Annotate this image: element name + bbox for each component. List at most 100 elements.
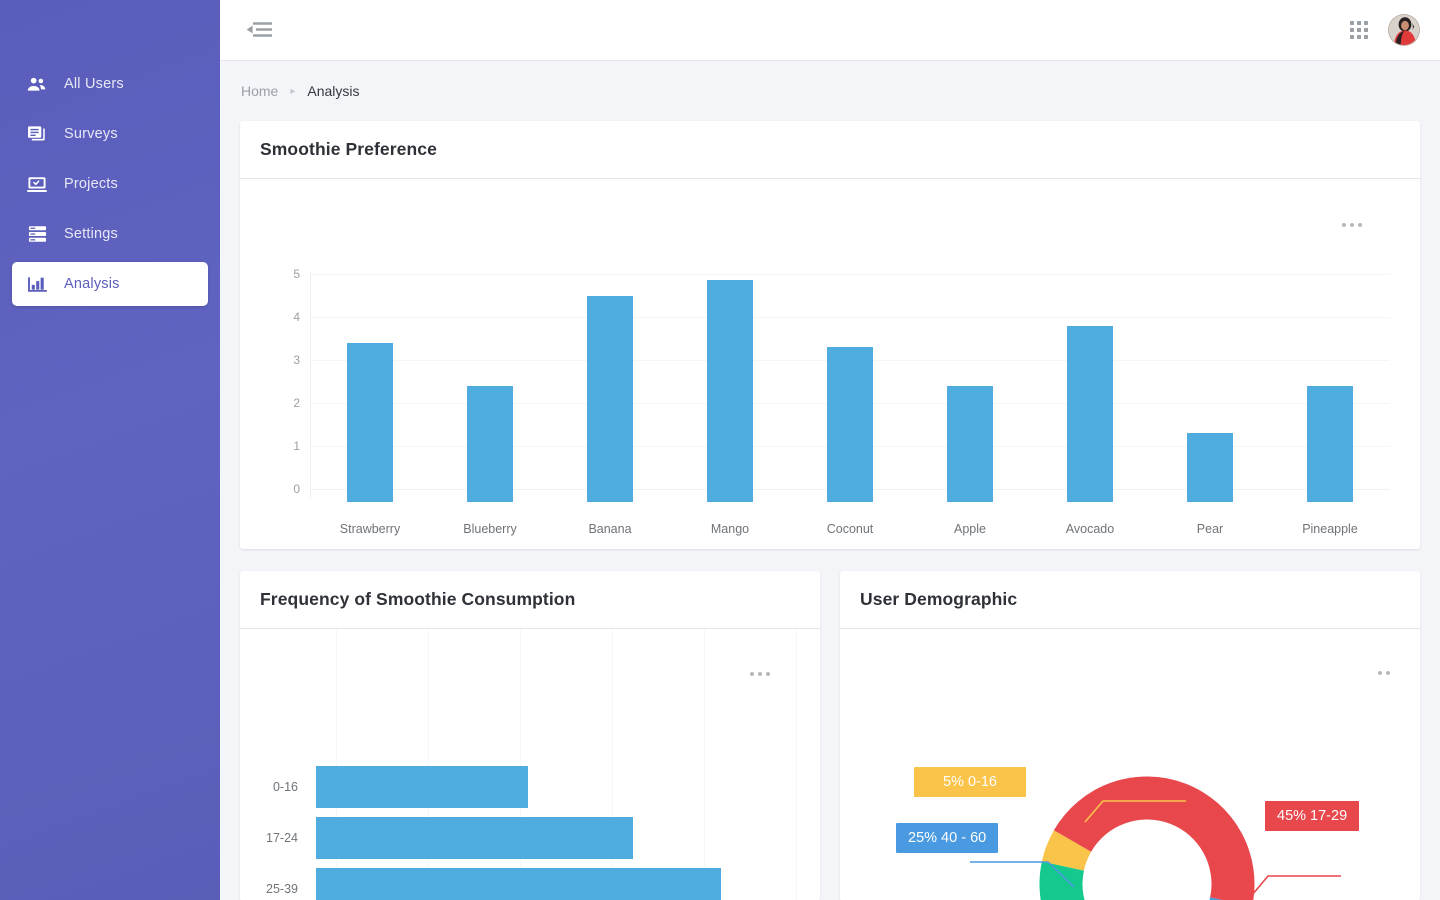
gridline	[520, 629, 521, 900]
sidebar-item-label: Projects	[64, 176, 118, 192]
charts-row: Frequency of Smoothie Consumption 0-16 17…	[240, 571, 1420, 900]
card-title: Frequency of Smoothie Consumption	[260, 589, 575, 610]
x-axis-tick-label: Banana	[550, 522, 670, 536]
x-axis-tick-label: Mango	[670, 522, 790, 536]
x-axis-tick-label: Strawberry	[310, 522, 430, 536]
gridline	[704, 629, 705, 900]
bar-column: Strawberry	[310, 179, 430, 549]
y-axis-tick-label: 4	[293, 310, 300, 324]
bar-row: 17-24	[240, 817, 820, 859]
sidebar-item-analysis[interactable]: Analysis	[12, 262, 208, 306]
gridline	[612, 629, 613, 900]
x-axis-tick-label: Pineapple	[1270, 522, 1390, 536]
y-axis-tick-label: 2	[293, 396, 300, 410]
projects-icon	[26, 173, 48, 195]
horizontal-bar-chart: 0-1617-2425-3940-60	[240, 629, 820, 900]
y-axis-tick-label: 0	[293, 482, 300, 496]
bar-column: Avocado	[1030, 179, 1150, 549]
bar-column: Banana	[550, 179, 670, 549]
user-avatar[interactable]	[1388, 14, 1420, 46]
y-axis-labels: 5 4 3 2 1 0	[258, 179, 300, 549]
chart-demographic: 5% 0-1645% 17-2925% 40 - 6025% 30-395% 0…	[840, 629, 1420, 900]
card-header: Smoothie Preference	[240, 121, 1420, 179]
bar[interactable]	[1067, 326, 1113, 502]
bar-column: Pineapple	[1270, 179, 1390, 549]
gridline	[428, 629, 429, 900]
bar-row: 0-16	[240, 766, 820, 808]
bar[interactable]	[316, 868, 721, 900]
sidebar-item-surveys[interactable]: Surveys	[12, 112, 208, 156]
x-axis-tick-label: Pear	[1150, 522, 1270, 536]
donut-callout-label: 5% 0-16	[914, 767, 1026, 797]
donut-callout-label: 45% 17-29	[1265, 801, 1359, 831]
card-demographic: User Demographic 5% 0-16 45% 17-29 25% 40 …	[840, 571, 1420, 900]
vertical-bar-chart: 5 4 3 2 1 0 StrawberryBlueberryBananaMangoCoc…	[240, 179, 1420, 549]
bar[interactable]	[347, 343, 393, 502]
bar[interactable]	[316, 766, 528, 808]
chart-smoothie-preference: 5 4 3 2 1 0 StrawberryBlueberryBananaMangoCoc…	[240, 179, 1420, 549]
bars-container: StrawberryBlueberryBananaMangoCoconutApp…	[310, 179, 1390, 549]
breadcrumb-current: Analysis	[307, 83, 359, 99]
sidebar-item-label: Settings	[64, 226, 118, 242]
chart-frequency: 0-1617-2425-3940-60	[240, 629, 820, 900]
page-content: Home ▸ Analysis Smoothie Preference 5 4 3 2…	[220, 61, 1440, 900]
sidebar: All Users Surveys Projects Settings Anal	[0, 0, 220, 900]
sidebar-item-settings[interactable]: Settings	[12, 212, 208, 256]
breadcrumb-home[interactable]: Home	[241, 83, 278, 99]
bar[interactable]	[827, 347, 873, 502]
card-header: Frequency of Smoothie Consumption	[240, 571, 820, 629]
plot-area: StrawberryBlueberryBananaMangoCoconutApp…	[310, 179, 1390, 549]
donut-chart: 5% 0-1645% 17-2925% 40 - 6025% 30-395% 0…	[840, 629, 1420, 900]
sidebar-item-all-users[interactable]: All Users	[12, 62, 208, 106]
y-axis-tick-label: 3	[293, 353, 300, 367]
bar[interactable]	[467, 386, 513, 502]
x-axis-tick-label: Coconut	[790, 522, 910, 536]
y-axis-tick-label: 25-39	[240, 882, 316, 896]
settings-icon	[26, 223, 48, 245]
analysis-icon	[26, 273, 48, 295]
donut-segment[interactable]: 45% 17-29	[1054, 776, 1255, 900]
bar-column: Blueberry	[430, 179, 550, 549]
gridline	[336, 629, 337, 900]
bar[interactable]	[1307, 386, 1353, 502]
donut-svg: 5% 0-1645% 17-2925% 40 - 6025% 30-39	[840, 629, 1420, 900]
page-title: Smoothie Preference	[260, 139, 437, 160]
bar-column: Coconut	[790, 179, 910, 549]
bar-column: Apple	[910, 179, 1030, 549]
card-smoothie-preference: Smoothie Preference 5 4 3 2 1 0 StrawberryBlu…	[240, 121, 1420, 549]
bar[interactable]	[1187, 433, 1233, 502]
bar[interactable]	[587, 296, 633, 503]
x-axis-tick-label: Avocado	[1030, 522, 1150, 536]
y-axis-tick-label: 17-24	[240, 831, 316, 845]
y-axis-tick-label: 5	[293, 267, 300, 281]
sidebar-item-label: Surveys	[64, 126, 118, 142]
donut-callout-label: 25% 40 - 60	[896, 823, 998, 853]
menu-collapse-icon[interactable]	[246, 19, 272, 41]
main-area: Home ▸ Analysis Smoothie Preference 5 4 3 2…	[220, 0, 1440, 900]
card-header: User Demographic	[840, 571, 1420, 629]
sidebar-item-projects[interactable]: Projects	[12, 162, 208, 206]
bar[interactable]	[316, 817, 633, 859]
bar-column: Mango	[670, 179, 790, 549]
sidebar-item-label: All Users	[64, 76, 124, 92]
x-axis-tick-label: Blueberry	[430, 522, 550, 536]
bar[interactable]	[947, 386, 993, 502]
apps-grid-icon[interactable]	[1350, 21, 1368, 39]
users-icon	[26, 73, 48, 95]
gridline	[796, 629, 797, 900]
breadcrumb: Home ▸ Analysis	[240, 61, 1420, 121]
topbar-actions	[1350, 14, 1420, 46]
bar[interactable]	[707, 280, 753, 502]
bar-row: 25-39	[240, 868, 820, 900]
card-frequency: Frequency of Smoothie Consumption 0-16 17…	[240, 571, 820, 900]
breadcrumb-separator: ▸	[290, 86, 295, 97]
card-title: User Demographic	[860, 589, 1017, 610]
y-axis-tick-label: 0-16	[240, 780, 316, 794]
topbar	[220, 0, 1440, 61]
app-root: All Users Surveys Projects Settings Anal	[0, 0, 1440, 900]
bar-column: Pear	[1150, 179, 1270, 549]
survey-icon	[26, 123, 48, 145]
y-axis-tick-label: 1	[293, 439, 300, 453]
sidebar-item-label: Analysis	[64, 276, 120, 292]
x-axis-tick-label: Apple	[910, 522, 1030, 536]
